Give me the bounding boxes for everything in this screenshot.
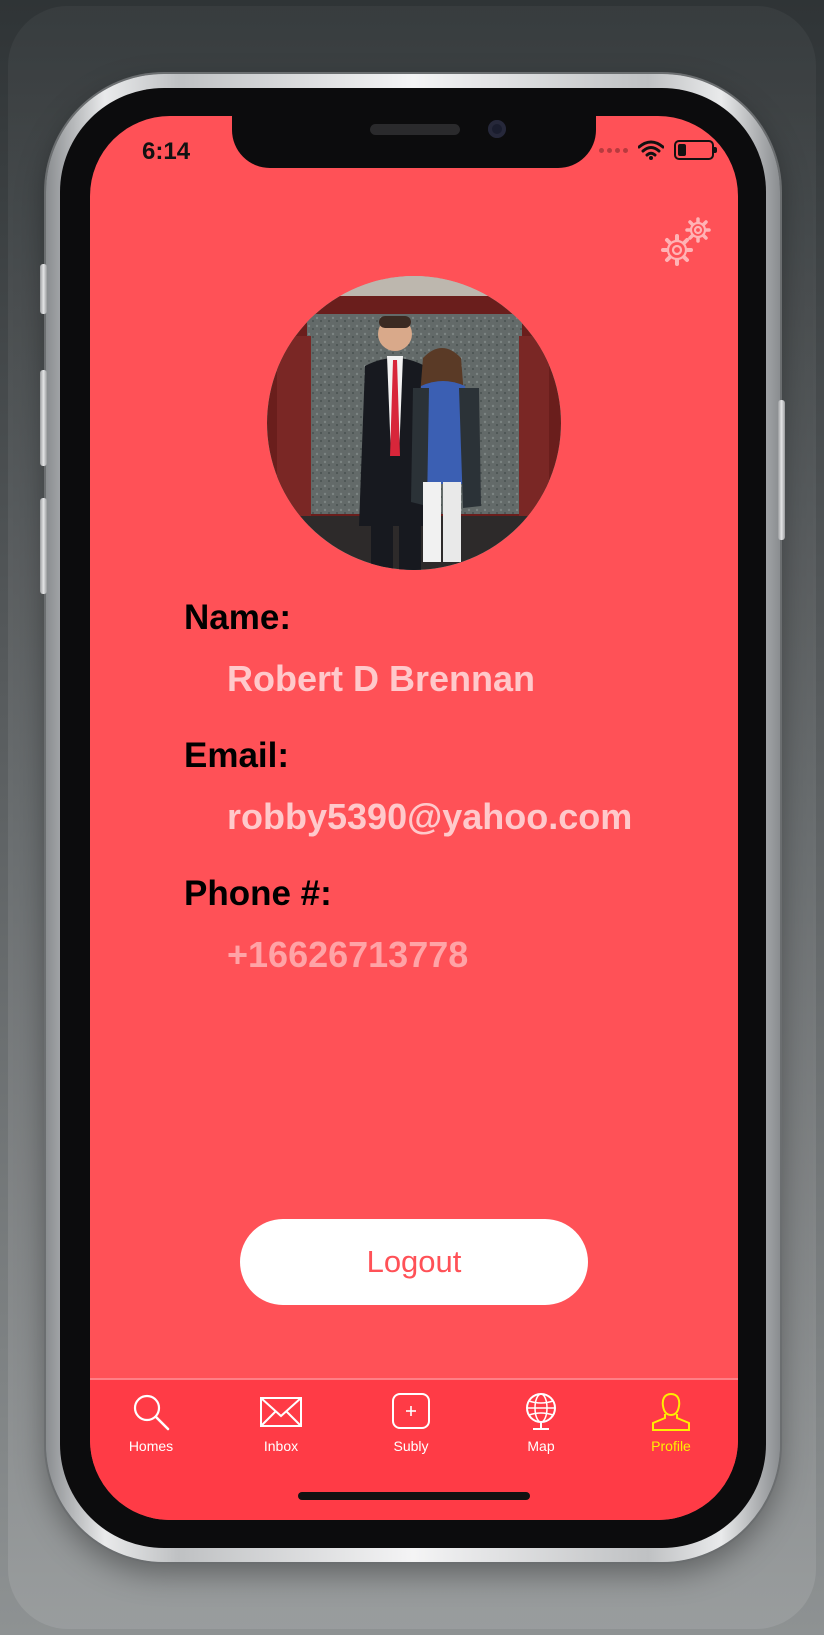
search-icon [133, 1394, 170, 1431]
status-time: 6:14 [142, 138, 191, 165]
notch [232, 116, 596, 168]
tab-map[interactable]: Map [491, 1392, 591, 1462]
home-indicator[interactable] [298, 1492, 530, 1500]
envelope-icon [260, 1397, 302, 1427]
name-label: Name: [184, 598, 291, 637]
tab-inbox[interactable]: Inbox [231, 1392, 331, 1462]
tab-label-profile: Profile [651, 1438, 691, 1454]
tab-label-map: Map [527, 1438, 555, 1454]
front-camera [488, 120, 506, 138]
phone-value: +16626713778 [227, 934, 469, 975]
volume-up-button [40, 370, 47, 466]
settings-gears-icon[interactable] [658, 216, 714, 272]
name-value: Robert D Brennan [227, 658, 536, 699]
tab-label-subly: Subly [393, 1438, 429, 1454]
tab-profile[interactable]: Profile [621, 1392, 721, 1462]
status-icons [599, 140, 717, 160]
plus-square-icon [392, 1393, 430, 1429]
profile-avatar[interactable] [267, 276, 561, 570]
person-icon [652, 1392, 690, 1431]
logout-button[interactable]: Logout [240, 1219, 588, 1305]
speaker-grille [370, 124, 460, 135]
profile-photo [267, 276, 561, 570]
volume-down-button [40, 498, 47, 594]
signal-icon [599, 147, 628, 153]
tab-homes[interactable]: Homes [101, 1392, 201, 1462]
email-value: robby5390@yahoo.com [227, 796, 633, 837]
wifi-icon [638, 140, 664, 160]
email-label: Email: [184, 736, 290, 775]
app-screen: 6:14 Name: Robert D Brennan Email: robby… [90, 116, 738, 1520]
phone-label: Phone #: [184, 874, 332, 913]
globe-icon [526, 1393, 556, 1430]
tab-subly[interactable]: Subly [361, 1392, 461, 1462]
tab-label-inbox: Inbox [263, 1438, 299, 1454]
power-button [778, 400, 785, 540]
battery-icon [674, 140, 717, 160]
tab-label-homes: Homes [128, 1438, 174, 1454]
mute-switch [40, 264, 47, 314]
